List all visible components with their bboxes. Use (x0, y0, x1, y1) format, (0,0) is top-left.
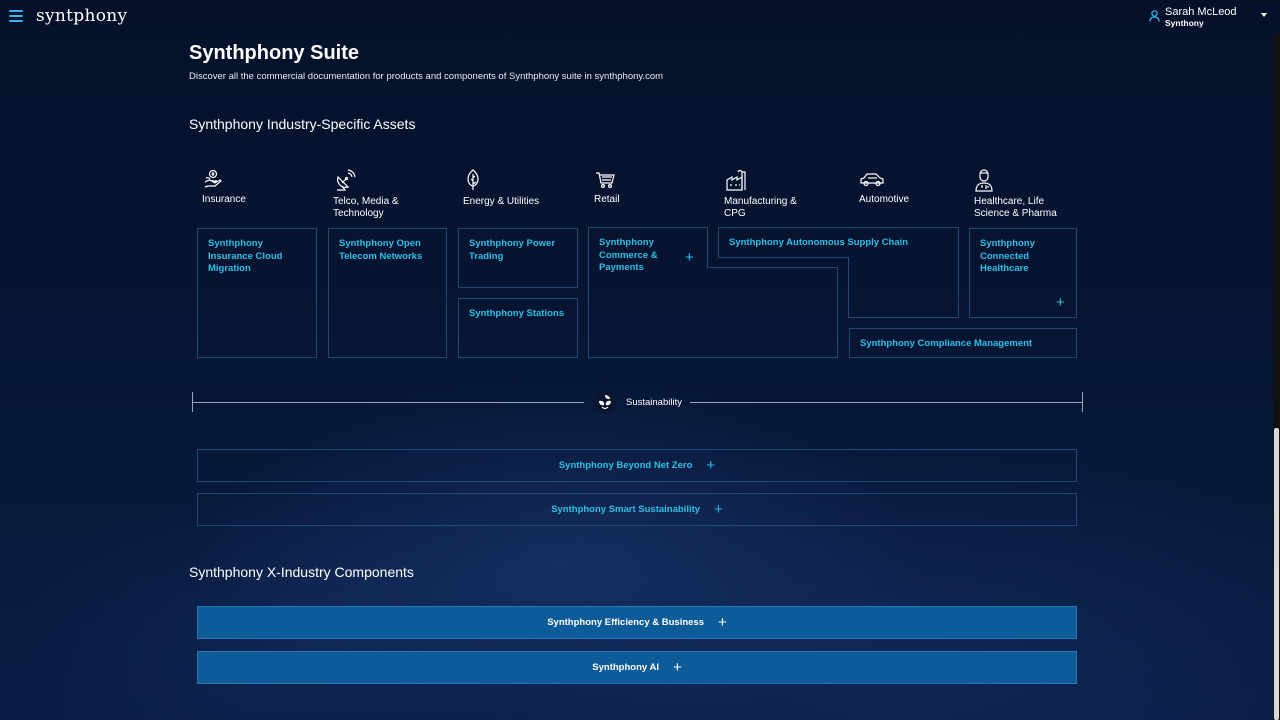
car-icon (860, 173, 884, 187)
expand-plus-icon[interactable]: + (706, 458, 715, 473)
sustainability-label: Sustainability (626, 397, 682, 408)
category-automotive: Automotive (859, 168, 979, 206)
page-subtitle: Discover all the commercial documentatio… (189, 71, 664, 82)
category-label: Energy & Utilities (463, 196, 540, 207)
expand-plus-icon[interactable]: + (673, 660, 682, 675)
product-insurance-cloud-migration[interactable]: Synthphony Insurance Cloud Migration (197, 228, 317, 358)
product-stations[interactable]: Synthphony Stations (458, 298, 578, 358)
category-retail: Retail (594, 168, 714, 206)
item-label: Synthphony Beyond Net Zero (558, 460, 693, 471)
xindustry-item-efficiency-business[interactable]: Synthphony Efficiency & Business + (197, 606, 1077, 639)
syntphony-logo[interactable]: syntphony (36, 6, 127, 26)
category-label: Healthcare, Life Science & Pharma (974, 196, 1057, 219)
xindustry-item-ai[interactable]: Synthphony AI + (197, 651, 1077, 684)
category-healthcare: Healthcare, Life Science & Pharma (974, 168, 1080, 220)
divider-tick-right (1082, 392, 1083, 412)
category-telco: Telco, Media & Technology (333, 168, 419, 220)
product-label: Synthphony Stations (469, 308, 564, 319)
hamburger-menu-icon[interactable] (9, 10, 23, 22)
product-label: Synthphony Open Telecom Networks (339, 238, 423, 262)
expand-plus-icon[interactable]: + (718, 615, 727, 630)
product-label: Synthphony Connected Healthcare (980, 238, 1035, 274)
leaf-icon (467, 169, 479, 190)
doctor-icon (975, 169, 993, 192)
product-open-telecom-networks[interactable]: Synthphony Open Telecom Networks (328, 228, 447, 358)
scrollbar-thumb[interactable] (1274, 428, 1279, 720)
divider-line-right (690, 402, 1082, 403)
sustainability-item-beyond-net-zero[interactable]: Synthphony Beyond Net Zero + (197, 449, 1077, 482)
product-label: Synthphony Compliance Management (860, 338, 1033, 349)
industry-section-title: Synthphony Industry-Specific Assets (189, 116, 416, 132)
product-label: Synthphony Power Trading (469, 238, 556, 262)
category-label: Insurance (202, 194, 246, 205)
category-energy: Energy & Utilities (463, 168, 583, 208)
user-organization: Synthony (1165, 18, 1204, 28)
category-manufacturing: Manufacturing & CPG (724, 168, 810, 220)
user-name[interactable]: Sarah McLeod (1165, 6, 1237, 18)
chevron-down-icon[interactable] (1261, 13, 1267, 17)
product-commerce-payments[interactable]: Synthphony Commerce & Payments + (589, 228, 707, 357)
product-connected-healthcare[interactable]: Synthphony Connected Healthcare + (969, 228, 1077, 318)
product-label: Synthphony Insurance Cloud Migration (208, 238, 283, 274)
product-autonomous-supply-chain[interactable]: Synthphony Autonomous Supply Chain (719, 228, 958, 257)
insurance-hand-icon (204, 169, 222, 188)
page-title: Synthphony Suite (189, 42, 359, 64)
category-label: Automotive (859, 194, 910, 205)
expand-plus-icon[interactable]: + (714, 502, 723, 517)
shopping-cart-icon (596, 172, 615, 189)
item-label: Synthphony AI (592, 662, 659, 673)
factory-icon (726, 169, 746, 191)
xindustry-section-title: Synthphony X-Industry Components (189, 564, 414, 580)
category-insurance: Insurance (202, 168, 322, 206)
category-label: Manufacturing & CPG (724, 196, 797, 219)
expand-plus-icon[interactable]: + (1056, 295, 1065, 310)
product-label: Synthphony Autonomous Supply Chain (729, 237, 909, 248)
item-label: Synthphony Smart Sustainability (551, 504, 701, 515)
product-compliance-management[interactable]: Synthphony Compliance Management (849, 328, 1077, 358)
product-power-trading[interactable]: Synthphony Power Trading (458, 228, 578, 288)
sustainability-item-smart-sustainability[interactable]: Synthphony Smart Sustainability + (197, 493, 1077, 526)
user-icon[interactable] (1149, 10, 1160, 22)
product-label: Synthphony Commerce & Payments (599, 237, 658, 273)
category-label: Retail (594, 194, 620, 205)
expand-plus-icon[interactable]: + (685, 250, 694, 265)
item-label: Synthphony Efficiency & Business (547, 617, 705, 628)
divider-line-left (192, 402, 584, 403)
sustainability-leaves-icon (594, 391, 616, 413)
satellite-dish-icon (337, 169, 356, 191)
category-label: Telco, Media & Technology (333, 196, 399, 219)
